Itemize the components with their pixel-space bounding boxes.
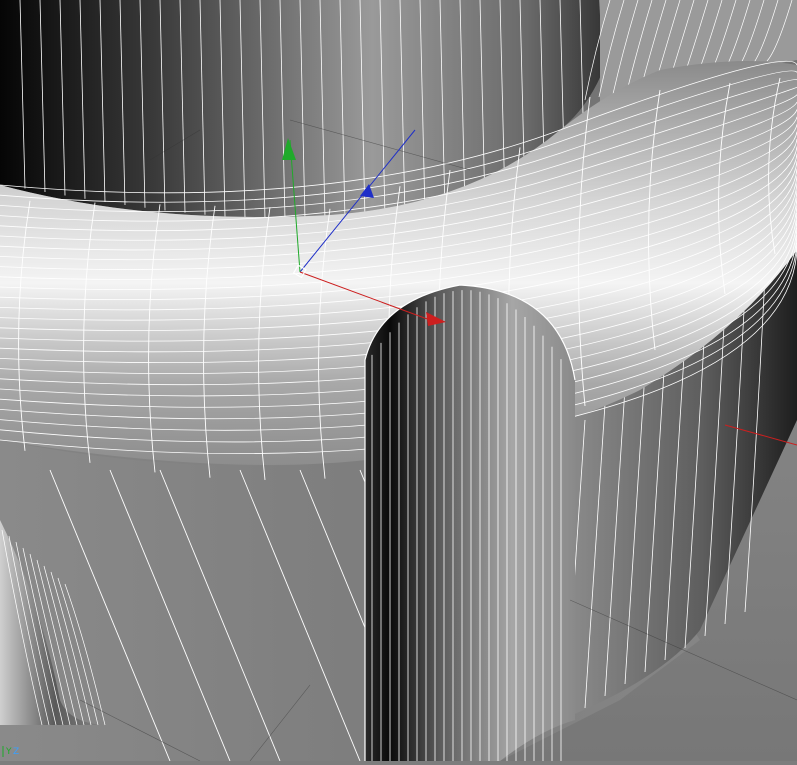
viewport-canvas: Y Z: [0, 0, 797, 762]
orientation-z-label: Z: [13, 747, 19, 757]
orientation-indicator: Y Z: [2, 746, 19, 757]
3d-viewport[interactable]: Y Z: [0, 0, 797, 762]
slot-cutout: [364, 284, 576, 761]
orientation-y-label: Y: [5, 747, 12, 757]
